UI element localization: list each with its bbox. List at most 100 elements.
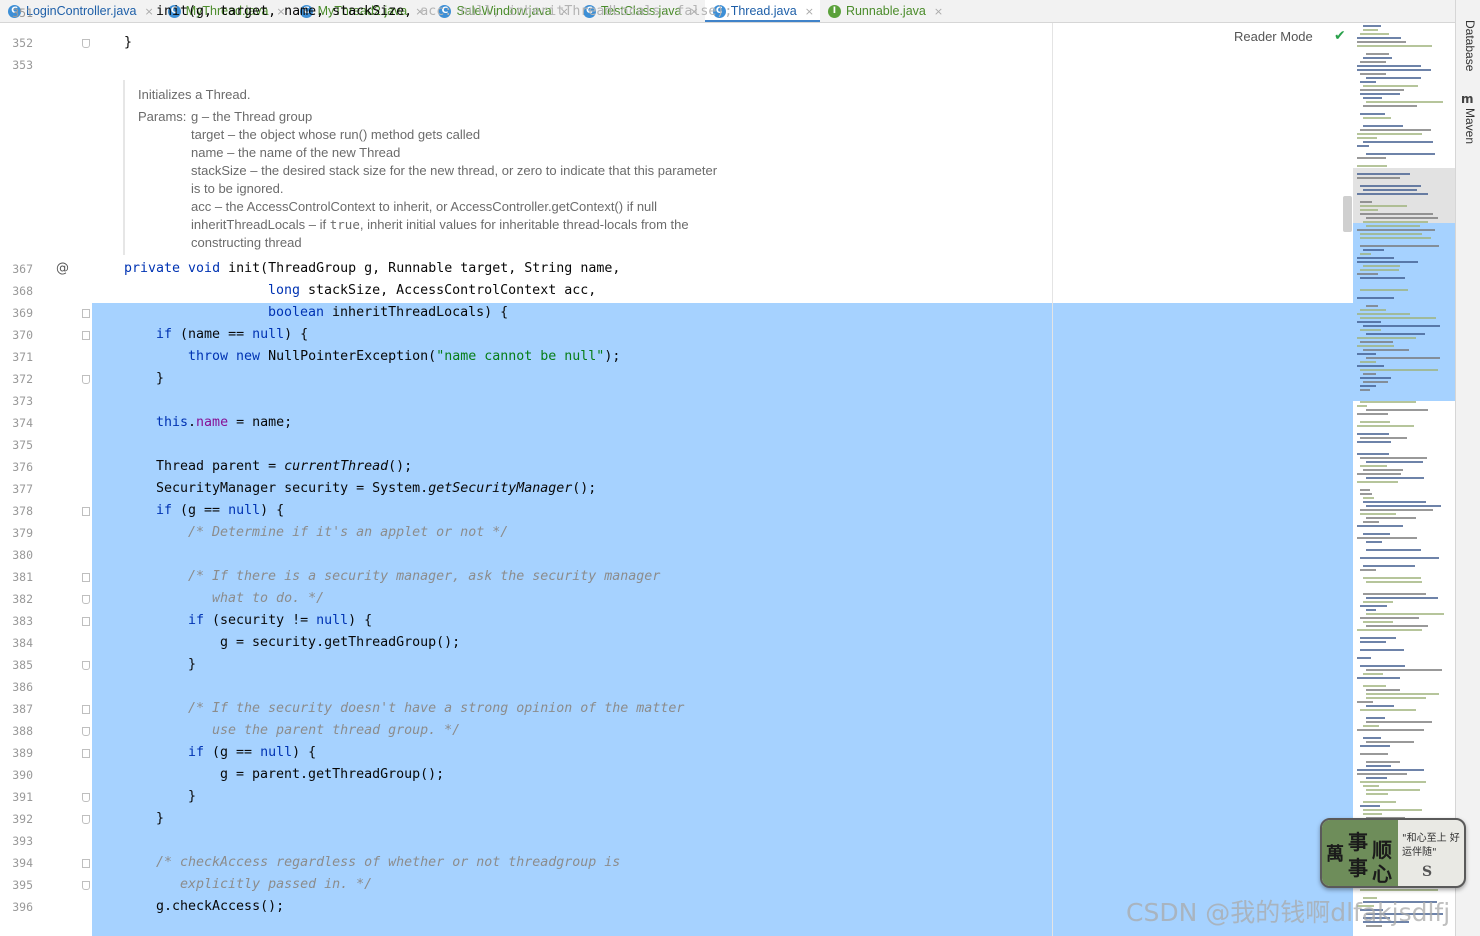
code-token: (name == [180, 327, 253, 342]
code-line[interactable]: 380 [0, 545, 1353, 567]
minimap-line [1357, 257, 1394, 259]
code-line[interactable]: 385} [0, 655, 1353, 677]
database-tool-button[interactable]: Database [1459, 20, 1477, 71]
code-line[interactable]: 377 SecurityManager security = System.get… [0, 479, 1353, 501]
code-token: (); [388, 459, 413, 474]
minimap-line [1360, 557, 1439, 559]
minimap-line [1360, 465, 1387, 467]
code-line[interactable]: 383 if (security != null) { [0, 611, 1353, 633]
minimap-line [1360, 369, 1438, 371]
fold-end-icon[interactable] [82, 661, 90, 670]
minimap-line [1366, 101, 1443, 103]
fold-start-icon[interactable] [82, 859, 90, 868]
minimap-line [1363, 593, 1426, 595]
code-line[interactable]: 373 [0, 391, 1353, 413]
code-line[interactable]: 393 [0, 831, 1353, 853]
minimap-line [1357, 145, 1369, 147]
code-line[interactable]: 379 /* Determine if it's an applet or not… [0, 523, 1353, 545]
code-line[interactable]: 352 } [0, 33, 1353, 55]
code-line[interactable]: 375 [0, 435, 1353, 457]
minimap-line [1366, 581, 1422, 583]
fold-end-icon[interactable] [82, 375, 90, 384]
minimap-line [1360, 309, 1386, 311]
minimap-line [1360, 377, 1391, 379]
scrollbar-thumb[interactable] [1343, 196, 1352, 232]
minimap-line [1366, 549, 1421, 551]
code-line[interactable]: 351 init(g, target, name, stackSize, acc… [0, 4, 1353, 34]
code-text: } [124, 35, 133, 50]
fold-start-icon[interactable] [82, 331, 90, 340]
code-line[interactable]: 368 long stackSize, AccessControlContext … [0, 281, 1353, 303]
minimap-line [1357, 273, 1378, 275]
line-number: 381 [12, 570, 33, 584]
code-line[interactable]: 378 if (g == null) { [0, 501, 1353, 523]
code-line[interactable]: 390 g = parent.getThreadGroup(); [0, 765, 1353, 787]
code-line[interactable]: 389 if (g == null) { [0, 743, 1353, 765]
code-line[interactable]: 367 @ private void init(ThreadGroup g, Run… [0, 259, 1353, 281]
code-line[interactable]: 391} [0, 787, 1353, 809]
code-line[interactable]: 372} [0, 369, 1353, 391]
code-line[interactable]: 353 [0, 55, 1353, 77]
minimap-line [1360, 61, 1386, 63]
minimap-line [1360, 753, 1388, 755]
minimap-line [1360, 233, 1422, 235]
rendered-javadoc[interactable]: Initializes a Thread. Params: g – the Th… [123, 80, 785, 255]
code-minimap[interactable] [1353, 23, 1456, 936]
fold-start-icon[interactable] [82, 309, 90, 318]
code-token: } [156, 371, 165, 386]
code-text: SecurityManager security = System.getSec… [156, 481, 596, 496]
minimap-line [1357, 729, 1424, 731]
fold-start-icon[interactable] [82, 617, 90, 626]
fold-end-icon[interactable] [82, 727, 90, 736]
code-token: use the parent thread group. */ [188, 723, 461, 738]
code-token: } [188, 789, 197, 804]
minimap-line [1360, 665, 1405, 667]
fold-start-icon[interactable] [82, 507, 90, 516]
doc-param: name – the name of the new Thread [191, 145, 401, 160]
code-line[interactable]: 392} [0, 809, 1353, 831]
code-line[interactable]: 370 if (name == null) { [0, 325, 1353, 347]
code-line[interactable]: 394 /* checkAccess regardless of whether … [0, 853, 1353, 875]
code-line[interactable]: 388 use the parent thread group. */ [0, 721, 1353, 743]
code-line[interactable]: 374 this.name = name; [0, 413, 1353, 435]
minimap-line [1360, 205, 1407, 207]
fold-end-icon[interactable] [82, 793, 90, 802]
code-token: if [156, 503, 181, 518]
reader-mode-button[interactable]: Reader Mode [1234, 29, 1313, 44]
code-line[interactable]: 369 boolean inheritThreadLocals) { [0, 303, 1353, 325]
minimap-line [1357, 261, 1418, 263]
fold-end-icon[interactable] [82, 595, 90, 604]
code-token: } [188, 657, 197, 672]
minimap-line [1357, 133, 1422, 135]
maven-tool-button[interactable]: Maven [1459, 108, 1477, 144]
fold-end-icon[interactable] [82, 881, 90, 890]
line-number: 389 [12, 746, 33, 760]
minimap-line [1357, 337, 1416, 339]
minimap-line [1360, 513, 1396, 515]
minimap-line [1363, 221, 1428, 223]
code-line[interactable]: 386 [0, 677, 1353, 699]
maven-icon[interactable]: m [1461, 92, 1474, 106]
code-line[interactable]: 371 throw new NullPointerException("name … [0, 347, 1353, 369]
code-line[interactable]: 382 what to do. */ [0, 589, 1353, 611]
fold-end-icon[interactable] [82, 39, 90, 48]
minimap-line [1363, 349, 1409, 351]
minimap-line [1357, 365, 1384, 367]
minimap-line [1366, 53, 1389, 55]
doc-param: inheritThreadLocals – if true, inherit i… [191, 217, 689, 232]
override-marker-icon[interactable]: @ [56, 261, 69, 276]
code-line[interactable]: 381 /* If there is a security manager, as… [0, 567, 1353, 589]
minimap-line [1357, 441, 1391, 443]
code-line[interactable]: 387 /* If the security doesn't have a str… [0, 699, 1353, 721]
minimap-line [1363, 265, 1400, 267]
code-line[interactable]: 384 g = security.getThreadGroup(); [0, 633, 1353, 655]
minimap-line [1366, 717, 1385, 719]
code-line[interactable]: 376 Thread parent = currentThread(); [0, 457, 1353, 479]
fold-end-icon[interactable] [82, 815, 90, 824]
code-text: g = parent.getThreadGroup(); [220, 767, 444, 782]
fold-start-icon[interactable] [82, 749, 90, 758]
fold-start-icon[interactable] [82, 573, 90, 582]
inspection-ok-icon[interactable]: ✔ [1334, 28, 1346, 44]
minimap-line [1366, 505, 1441, 507]
fold-start-icon[interactable] [82, 705, 90, 714]
